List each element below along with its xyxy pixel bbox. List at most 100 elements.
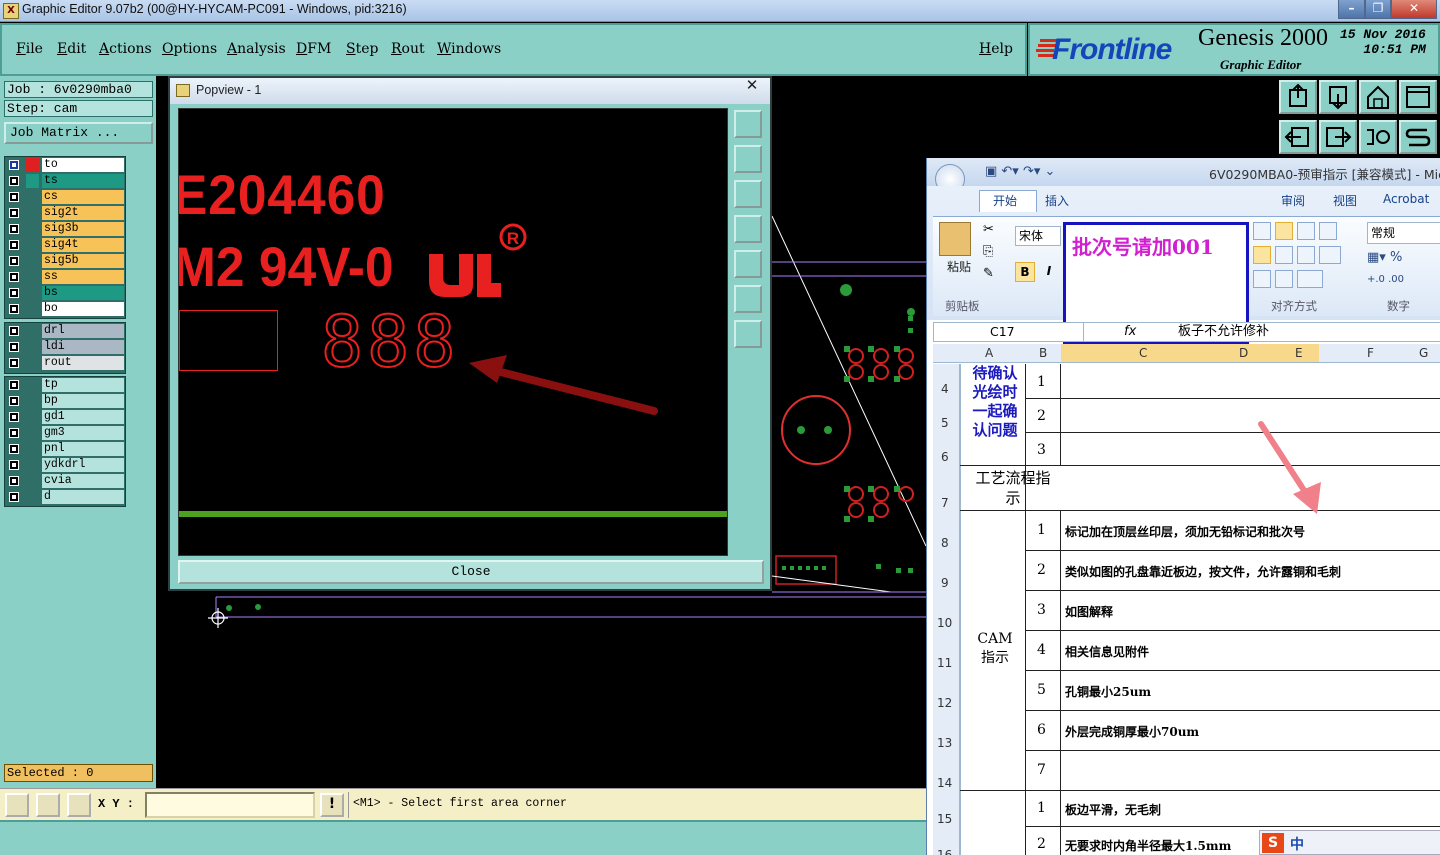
popview-pan-right-icon[interactable] (734, 250, 762, 278)
paste-icon[interactable] (939, 222, 971, 256)
layer-name[interactable]: tp (42, 378, 124, 392)
layer-checkbox[interactable] (9, 396, 19, 406)
tab-review[interactable]: 审阅 (1281, 192, 1305, 209)
layer-name[interactable]: ydkdrl (42, 458, 124, 472)
font-name-select[interactable]: 宋体 (1015, 226, 1061, 246)
layer-checkbox[interactable] (9, 176, 19, 186)
menu-rout[interactable]: Rout (391, 41, 425, 57)
layer-checkbox[interactable] (9, 476, 19, 486)
column-header[interactable]: E (1295, 346, 1303, 360)
view-home-icon[interactable] (1279, 80, 1317, 114)
layer-name[interactable]: rout (42, 356, 124, 370)
sheet-grid[interactable]: 4 5 6 7 8 9 10 11 12 13 14 15 16 待确认光绘时一… (933, 364, 1440, 855)
row-header[interactable]: 10 (937, 616, 952, 630)
layer-row-d[interactable]: d (5, 489, 125, 505)
row-header[interactable]: 9 (941, 576, 949, 590)
menu-edit[interactable]: Edit (57, 41, 86, 57)
window-icon[interactable] (1399, 80, 1437, 114)
layer-checkbox[interactable] (9, 492, 19, 502)
layer-row-pnl[interactable]: pnl (5, 441, 125, 457)
redraw-icon[interactable] (1399, 120, 1437, 154)
view-right-icon[interactable] (1319, 120, 1357, 154)
cut-icon[interactable]: ✂ (983, 222, 994, 237)
layer-row-sig3b[interactable]: sig3b (5, 221, 125, 237)
row-header[interactable]: 12 (937, 696, 952, 710)
layer-checkbox[interactable] (9, 326, 19, 336)
menu-analysis[interactable]: Analysis (227, 41, 286, 57)
column-header[interactable]: C (1139, 346, 1147, 360)
layer-checkbox[interactable] (9, 444, 19, 454)
column-header[interactable]: A (985, 346, 993, 360)
layer-name[interactable]: sig4t (42, 238, 124, 252)
alignment-buttons[interactable] (1253, 222, 1343, 296)
layer-name[interactable]: drl (42, 324, 124, 338)
layer-row-bp[interactable]: bp (5, 393, 125, 409)
menu-file[interactable]: File (16, 41, 43, 57)
popview-pan-left-icon[interactable] (734, 215, 762, 243)
popview-close-button[interactable]: Close (178, 560, 764, 584)
view-down-icon[interactable] (1319, 80, 1357, 114)
measure-icon[interactable] (36, 793, 60, 817)
layer-row-bs[interactable]: bs (5, 285, 125, 301)
layer-checkbox[interactable] (9, 380, 19, 390)
layer-row-cvia[interactable]: cvia (5, 473, 125, 489)
layer-name[interactable]: gm3 (42, 426, 124, 440)
layer-checkbox[interactable] (9, 358, 19, 368)
layer-row-sig2t[interactable]: sig2t (5, 205, 125, 221)
layer-name[interactable]: sig2t (42, 206, 124, 220)
layer-row-gm3[interactable]: gm3 (5, 425, 125, 441)
tab-insert[interactable]: 插入 (1045, 192, 1069, 209)
row-header[interactable]: 13 (937, 736, 952, 750)
layer-checkbox[interactable] (9, 192, 19, 202)
format-painter-icon[interactable]: ✎ (983, 266, 994, 281)
layer-checkbox[interactable] (9, 412, 19, 422)
layer-checkbox[interactable] (9, 224, 19, 234)
alert-icon[interactable]: ! (320, 793, 344, 817)
row-header[interactable]: 5 (941, 416, 949, 430)
popview-zoom-out-icon[interactable] (734, 320, 762, 348)
menu-step[interactable]: Step (346, 41, 378, 57)
layer-name[interactable]: cvia (42, 474, 124, 488)
layer-name[interactable]: gd1 (42, 410, 124, 424)
layer-row-tp[interactable]: tp (5, 377, 125, 393)
layer-checkbox[interactable] (9, 304, 19, 314)
layer-row-ydkdrl[interactable]: ydkdrl (5, 457, 125, 473)
row-header[interactable]: 16 (937, 848, 952, 855)
italic-button[interactable]: I (1039, 262, 1059, 282)
minimize-button[interactable]: – (1338, 0, 1365, 19)
select-area-icon[interactable] (5, 793, 29, 817)
menu-actions[interactable]: Actions (99, 41, 152, 57)
tab-view[interactable]: 视图 (1333, 192, 1357, 209)
xy-input[interactable] (145, 792, 315, 818)
grid-snap-icon[interactable] (67, 793, 91, 817)
layer-name[interactable]: bs (42, 286, 124, 300)
row-header[interactable]: 14 (937, 776, 952, 790)
layer-name[interactable]: ldi (42, 340, 124, 354)
row-header[interactable]: 6 (941, 450, 949, 464)
percent-button[interactable]: ▦▾ % (1367, 250, 1402, 265)
layer-row-ldi[interactable]: ldi (5, 339, 125, 355)
popview-pan-up-icon[interactable] (734, 145, 762, 173)
popview-close-icon[interactable]: ✕ (736, 76, 768, 96)
column-header[interactable]: B (1039, 346, 1047, 360)
popview-canvas[interactable]: E204460 M2 94V-0 R 888 (178, 108, 728, 556)
layer-checkbox[interactable] (9, 256, 19, 266)
formula-input[interactable]: 板子不允许修补 (1178, 323, 1269, 341)
layer-checkbox[interactable] (9, 160, 19, 170)
number-format-select[interactable]: 常规 (1367, 222, 1440, 244)
name-box[interactable]: C17 (934, 323, 1084, 341)
row-header[interactable]: 11 (937, 656, 952, 670)
paste-label[interactable]: 粘贴 (947, 258, 971, 275)
tab-home[interactable]: 开始 (993, 192, 1017, 209)
column-header[interactable]: F (1367, 346, 1374, 360)
layer-checkbox[interactable] (9, 460, 19, 470)
row-header[interactable]: 15 (937, 812, 952, 826)
layer-checkbox[interactable] (9, 342, 19, 352)
popview-pan-down-icon[interactable] (734, 180, 762, 208)
row-header[interactable]: 7 (941, 496, 949, 510)
layer-row-sig5b[interactable]: sig5b (5, 253, 125, 269)
view-left-icon[interactable] (1279, 120, 1317, 154)
layer-name[interactable]: pnl (42, 442, 124, 456)
layer-checkbox[interactable] (9, 240, 19, 250)
layer-name[interactable]: cs (42, 190, 124, 204)
